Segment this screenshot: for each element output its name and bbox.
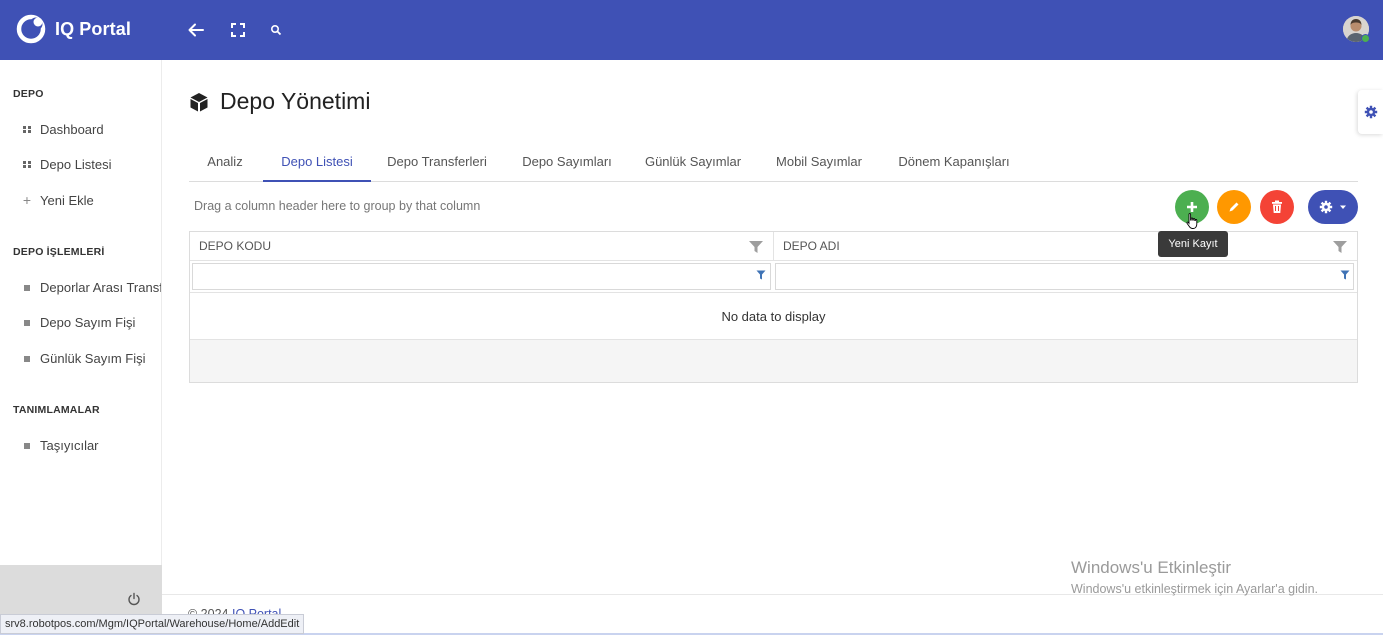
back-arrow-icon[interactable] (186, 20, 206, 40)
tab-depo-transferleri[interactable]: Depo Transferleri (375, 143, 499, 182)
gear-icon (1319, 200, 1333, 214)
sidebar-item-label: Dashboard (40, 122, 104, 137)
brand-logo-icon (16, 14, 46, 44)
column-header-label: DEPO KODU (199, 239, 272, 253)
tab-bar: Analiz Depo Listesi Depo Transferleri De… (189, 143, 1358, 182)
header-filter-icon[interactable] (1333, 241, 1347, 253)
caret-down-icon (1340, 205, 1346, 209)
delete-button[interactable] (1260, 190, 1294, 224)
sidebar: DEPO Dashboard Depo Listesi + Yeni Ekle … (0, 60, 162, 565)
windows-activation-watermark: Windows'u Etkinleştir Windows'u etkinleş… (1071, 558, 1318, 596)
tab-analiz[interactable]: Analiz (189, 143, 261, 182)
edit-button[interactable] (1217, 190, 1251, 224)
sidebar-item-label: Günlük Sayım Fişi (40, 351, 146, 366)
square-icon (22, 284, 32, 291)
column-header-depo-kodu[interactable]: DEPO KODU (190, 232, 773, 261)
sidebar-item-depolar-arasi-transfer[interactable]: Deporlar Arası Transfer (22, 280, 162, 295)
filter-operator-icon[interactable] (756, 270, 766, 280)
tab-gunluk-sayimlar[interactable]: Günlük Sayımlar (635, 143, 751, 182)
square-icon (22, 442, 32, 449)
page-title: Depo Yönetimi (188, 88, 370, 115)
grid-icon (22, 160, 32, 169)
page-title-text: Depo Yönetimi (220, 88, 371, 114)
plus-icon: + (22, 192, 32, 208)
sidebar-item-depo-listesi[interactable]: Depo Listesi (22, 157, 112, 172)
grid-footer (190, 340, 1357, 382)
tab-depo-listesi[interactable]: Depo Listesi (263, 143, 371, 182)
fullscreen-icon[interactable] (228, 20, 248, 40)
add-tooltip: Yeni Kayıt (1158, 231, 1228, 257)
sidebar-footer (0, 565, 162, 617)
sidebar-item-dashboard[interactable]: Dashboard (22, 122, 104, 137)
online-status-dot (1361, 34, 1370, 43)
theme-settings-toggle[interactable] (1358, 90, 1383, 134)
sidebar-item-label: Taşıyıcılar (40, 438, 99, 453)
cube-icon (190, 92, 208, 111)
sidebar-section-depo: DEPO (13, 88, 44, 100)
sidebar-item-yeni-ekle[interactable]: + Yeni Ekle (22, 192, 94, 208)
column-header-label: DEPO ADI (783, 239, 840, 253)
filter-operator-icon[interactable] (1340, 270, 1350, 280)
sidebar-section-tanimlamalar: TANIMLAMALAR (13, 404, 100, 416)
tab-depo-sayimlari[interactable]: Depo Sayımları (507, 143, 627, 182)
square-icon (22, 319, 32, 326)
filter-input-depo-kodu[interactable] (192, 263, 771, 290)
status-bar-url: srv8.robotpos.com/Mgm/IQPortal/Warehouse… (0, 614, 305, 634)
grid-icon (22, 125, 32, 134)
filter-row (190, 261, 1357, 293)
search-icon[interactable] (266, 20, 286, 40)
brand[interactable]: IQ Portal (16, 14, 131, 44)
watermark-line-2: Windows'u etkinleştirmek için Ayarlar'a … (1071, 582, 1319, 596)
gear-icon (1364, 105, 1377, 119)
page-footer: © 2024 IQ Portal (162, 594, 1383, 635)
sidebar-item-label: Depo Listesi (40, 157, 112, 172)
empty-grid-message: No data to display (190, 294, 1357, 340)
sidebar-item-tasiyicilar[interactable]: Taşıyıcılar (22, 438, 99, 453)
trash-icon (1272, 200, 1282, 213)
filter-input-depo-adi[interactable] (775, 263, 1354, 290)
sidebar-item-label: Depo Sayım Fişi (40, 315, 136, 330)
top-bar: IQ Portal (0, 0, 1383, 60)
tab-mobil-sayimlar[interactable]: Mobil Sayımlar (763, 143, 875, 182)
sidebar-item-gunluk-sayim-fisi[interactable]: Günlük Sayım Fişi (22, 351, 145, 366)
brand-name: IQ Portal (55, 18, 131, 39)
column-header-depo-adi[interactable]: DEPO ADI (773, 232, 1357, 261)
sidebar-item-label: Deporlar Arası Transfer (40, 280, 162, 295)
sidebar-item-depo-sayim-fisi[interactable]: Depo Sayım Fişi (22, 315, 135, 330)
grid-settings-button[interactable] (1308, 190, 1358, 224)
pencil-icon (1229, 202, 1239, 212)
group-panel-hint: Drag a column header here to group by th… (194, 199, 481, 213)
watermark-line-1: Windows'u Etkinleştir (1071, 558, 1232, 577)
header-filter-icon[interactable] (749, 241, 763, 253)
sidebar-section-depo-islemleri: DEPO İŞLEMLERİ (13, 246, 105, 258)
sidebar-item-label: Yeni Ekle (40, 192, 94, 208)
power-icon[interactable] (126, 591, 142, 607)
hand-cursor-icon (1186, 213, 1198, 229)
tab-donem-kapanislari[interactable]: Dönem Kapanışları (886, 143, 1022, 182)
square-icon (22, 355, 32, 362)
